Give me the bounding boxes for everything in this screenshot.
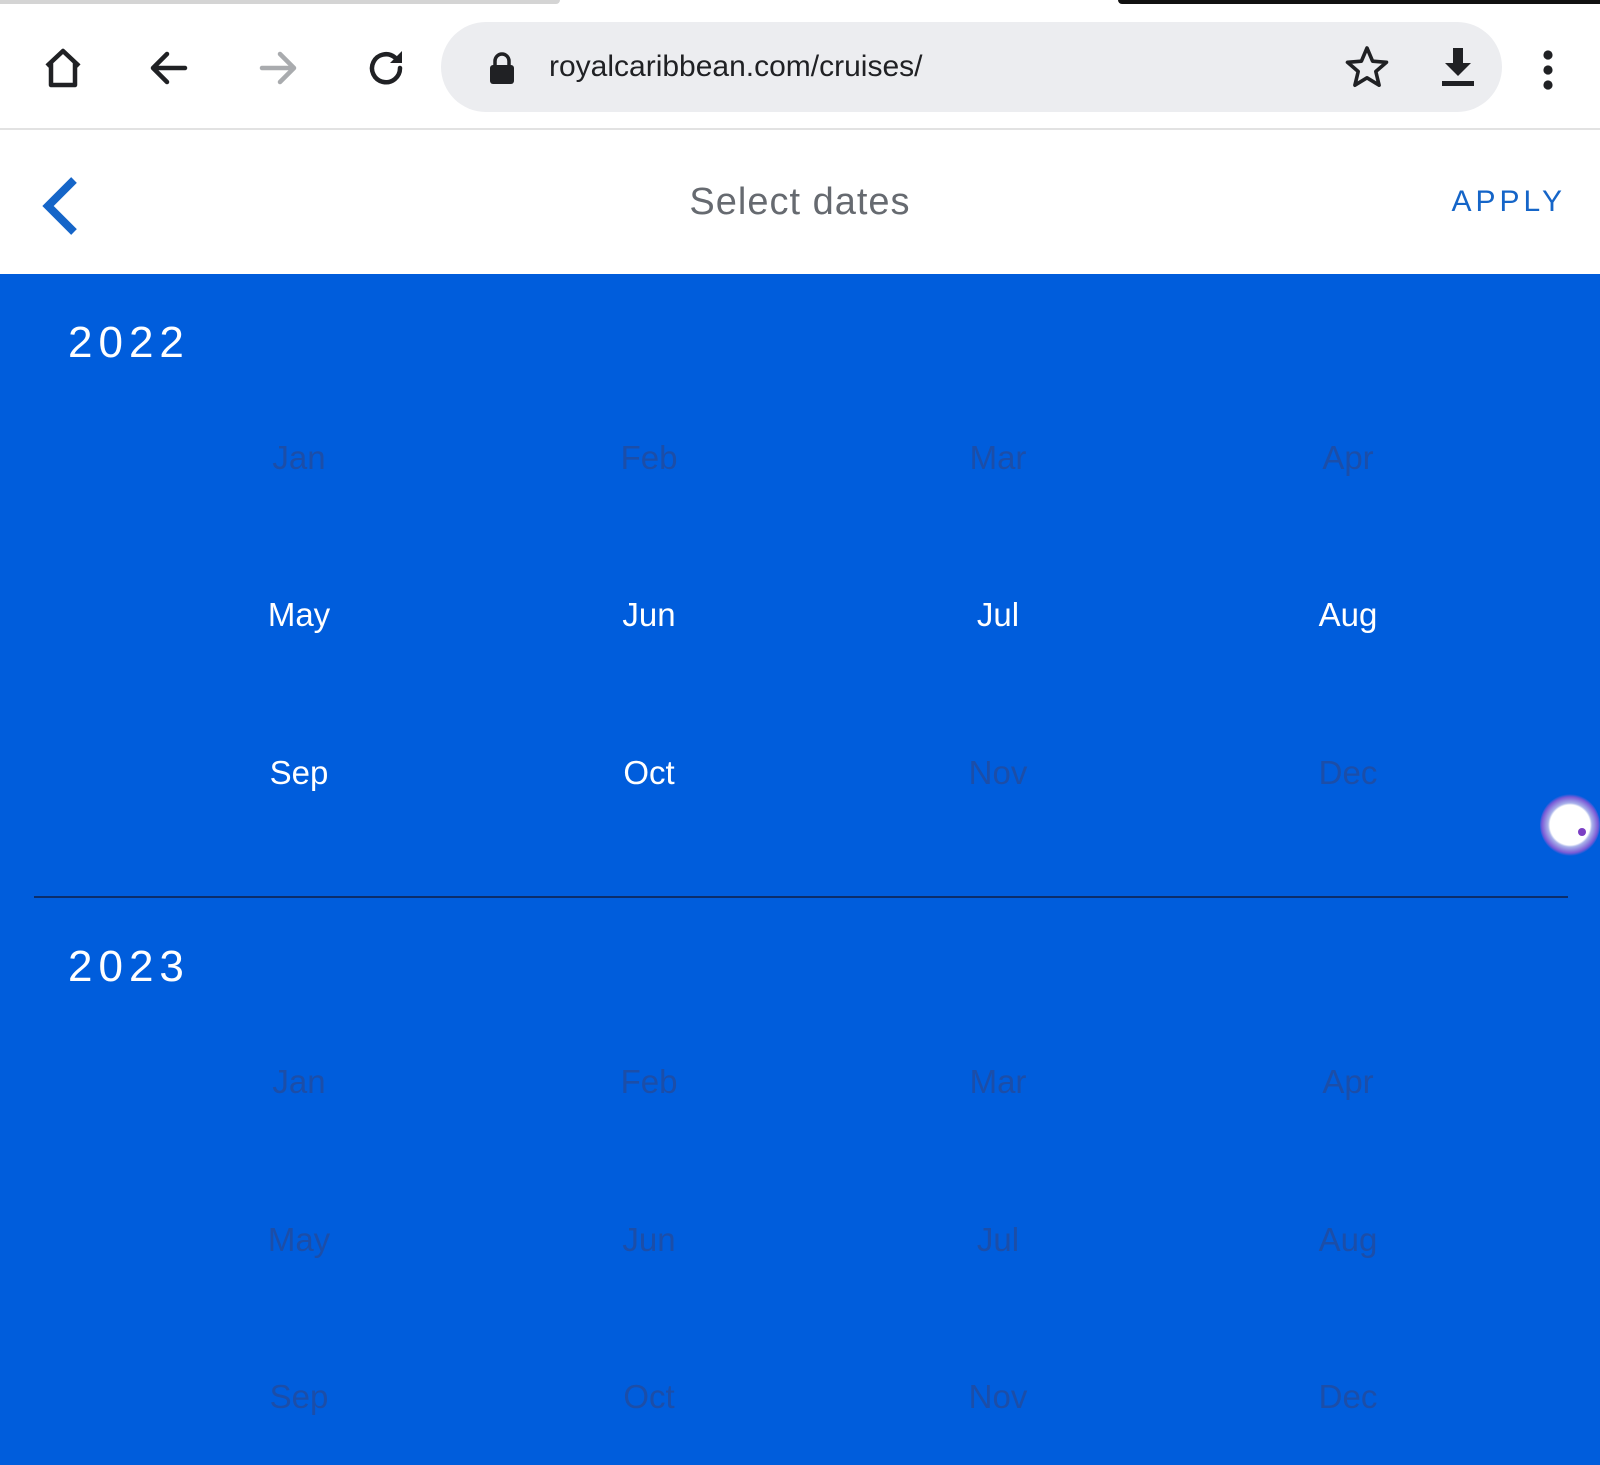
month-apr-2022: Apr xyxy=(1248,428,1448,488)
arrow-right-icon-svg xyxy=(259,51,297,85)
month-may-2023: May xyxy=(199,1210,399,1270)
chevron-left-icon[interactable] xyxy=(36,174,86,238)
year-divider xyxy=(34,896,1568,898)
address-bar[interactable]: royalcaribbean.com/cruises/ xyxy=(441,22,1502,112)
month-oct-2023: Oct xyxy=(549,1367,749,1427)
month-jun-2022[interactable]: Jun xyxy=(549,585,749,645)
lock-icon xyxy=(490,52,514,84)
month-nov-2022: Nov xyxy=(898,743,1098,803)
star-icon[interactable] xyxy=(1343,43,1391,91)
month-jul-2022[interactable]: Jul xyxy=(898,585,1098,645)
apply-button[interactable]: APPLY xyxy=(1452,180,1567,224)
month-mar-2022: Mar xyxy=(898,428,1098,488)
month-apr-2023: Apr xyxy=(1248,1052,1448,1112)
arrow-left-icon[interactable] xyxy=(143,42,195,94)
year-block-2023: 2023 Jan Feb Mar Apr May Jun Jul Aug Sep… xyxy=(0,900,1600,1465)
month-jul-2023: Jul xyxy=(898,1210,1098,1270)
home-icon[interactable] xyxy=(37,42,89,94)
month-oct-2022[interactable]: Oct xyxy=(549,743,749,803)
month-jun-2023: Jun xyxy=(549,1210,749,1270)
page-title: Select dates xyxy=(689,181,911,223)
month-jan-2023: Jan xyxy=(199,1052,399,1112)
month-dec-2023: Dec xyxy=(1248,1367,1448,1427)
month-dec-2022: Dec xyxy=(1248,743,1448,803)
floating-assistant-bubble[interactable] xyxy=(1540,794,1600,856)
browser-toolbar: royalcaribbean.com/cruises/ xyxy=(0,4,1600,130)
month-jan-2022: Jan xyxy=(199,428,399,488)
date-picker-header: Select dates APPLY xyxy=(0,130,1600,274)
more-vertical-icon[interactable] xyxy=(1530,46,1566,94)
month-feb-2022: Feb xyxy=(549,428,749,488)
month-aug-2023: Aug xyxy=(1248,1210,1448,1270)
download-icon[interactable] xyxy=(1434,43,1482,91)
arrow-right-icon[interactable] xyxy=(252,42,304,94)
assistant-dot xyxy=(1578,828,1586,836)
month-mar-2023: Mar xyxy=(898,1052,1098,1112)
home-icon-svg xyxy=(45,48,81,88)
arrow-left-icon-svg xyxy=(150,51,188,85)
month-sep-2022[interactable]: Sep xyxy=(199,743,399,803)
month-calendar: 2022 Jan Feb Mar Apr May Jun Jul Aug Sep… xyxy=(0,274,1600,1465)
year-block-2022: 2022 Jan Feb Mar Apr May Jun Jul Aug Sep… xyxy=(0,274,1600,898)
reload-icon-svg xyxy=(369,51,403,85)
month-sep-2023: Sep xyxy=(199,1367,399,1427)
month-nov-2023: Nov xyxy=(898,1367,1098,1427)
reload-icon[interactable] xyxy=(360,42,412,94)
month-feb-2023: Feb xyxy=(549,1052,749,1112)
year-label: 2022 xyxy=(68,318,190,367)
month-may-2022[interactable]: May xyxy=(199,585,399,645)
month-aug-2022[interactable]: Aug xyxy=(1248,585,1448,645)
url-text[interactable]: royalcaribbean.com/cruises/ xyxy=(549,22,923,112)
year-label: 2023 xyxy=(68,942,190,991)
